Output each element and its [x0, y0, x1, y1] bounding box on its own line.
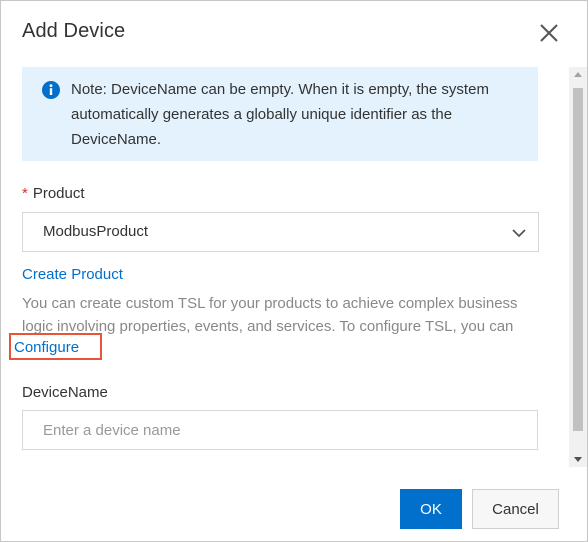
tsl-help-text: You can create custom TSL for your produ…	[22, 295, 518, 335]
note-banner: Note: DeviceName can be empty. When it i…	[22, 67, 538, 161]
close-icon[interactable]	[537, 21, 561, 45]
ok-button[interactable]: OK	[400, 489, 462, 529]
chevron-down-icon	[511, 225, 527, 241]
scrollbar-thumb[interactable]	[573, 88, 583, 431]
device-name-label: DeviceName	[22, 384, 108, 401]
required-mark: *	[22, 185, 28, 202]
create-product-link[interactable]: Create Product	[22, 266, 123, 283]
cancel-button[interactable]: Cancel	[472, 489, 559, 529]
device-name-input[interactable]	[22, 410, 538, 450]
info-icon	[41, 80, 61, 100]
scroll-down-arrow-icon[interactable]	[574, 457, 582, 462]
product-label-text: Product	[32, 185, 85, 202]
product-select-value: ModbusProduct	[43, 223, 149, 240]
add-device-dialog: Add Device Note: DeviceName can be empty…	[0, 0, 588, 542]
configure-link[interactable]: Configure	[14, 339, 79, 356]
product-select[interactable]: ModbusProduct	[22, 212, 539, 252]
content-scrollbar[interactable]	[569, 67, 587, 467]
scroll-up-arrow-icon[interactable]	[574, 72, 582, 77]
dialog-content: Note: DeviceName can be empty. When it i…	[1, 67, 569, 463]
product-label: * Product	[22, 185, 85, 202]
note-text: Note: DeviceName can be empty. When it i…	[71, 81, 489, 148]
dialog-title: Add Device	[22, 20, 126, 42]
